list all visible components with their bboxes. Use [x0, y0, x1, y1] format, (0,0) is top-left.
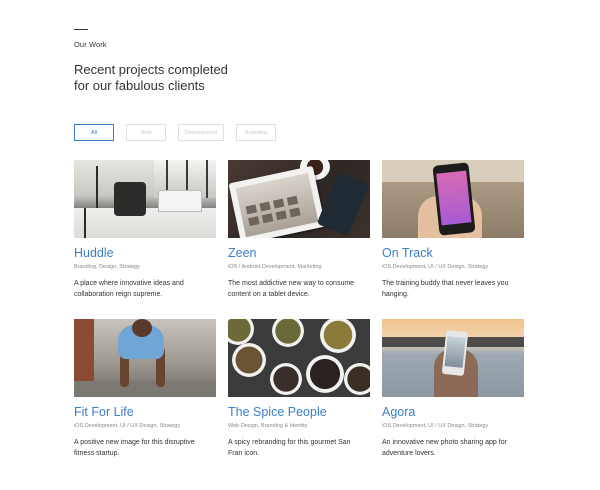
spice-bowls-photo[interactable]	[228, 319, 370, 397]
spice-bowl	[228, 319, 254, 345]
headline-line-2: for our fabulous clients	[74, 78, 205, 93]
office-workspace-photo[interactable]	[74, 160, 216, 238]
project-description: A place where innovative ideas and colla…	[74, 280, 184, 298]
project-tags: iOS Development, UI / UX Design, Strateg…	[74, 423, 181, 429]
chair	[114, 182, 146, 216]
floor	[74, 381, 216, 397]
project-title[interactable]: Fit For Life	[74, 405, 216, 419]
tablet-on-table-photo[interactable]	[228, 160, 370, 238]
project-title[interactable]: On Track	[382, 246, 524, 260]
window-bar	[206, 160, 208, 198]
project-card-agora[interactable]: Agora iOS Development, UI / UX Design, S…	[382, 319, 524, 478]
filter-development-button[interactable]: Development	[178, 124, 224, 141]
project-tags: iOS / Android Development, Marketing	[228, 264, 322, 270]
project-title[interactable]: Zeen	[228, 246, 370, 260]
tile	[286, 195, 299, 206]
spice-bowl	[232, 343, 266, 377]
project-title[interactable]: Agora	[382, 405, 524, 419]
spice-bowl	[270, 363, 302, 395]
portfolio-filters: All Web Development Branding	[74, 124, 276, 141]
hand-holding-phone-photo[interactable]	[382, 160, 524, 238]
headline-line-1: Recent projects completed	[74, 62, 228, 77]
filter-branding-button[interactable]: Branding	[236, 124, 276, 141]
tile	[245, 204, 258, 215]
phone-device	[441, 329, 469, 377]
tile	[289, 207, 301, 218]
phone-screen	[436, 170, 472, 226]
filter-web-button[interactable]: Web	[126, 124, 166, 141]
spice-bowl	[344, 363, 370, 395]
project-grid: Huddle Branding, Design, Strategy A plac…	[74, 160, 526, 478]
filter-all-button[interactable]: All	[74, 124, 114, 141]
project-description: The most addictive new way to consume co…	[228, 280, 355, 298]
phone-device	[432, 162, 476, 236]
project-tags: Branding, Design, Strategy	[74, 264, 140, 270]
pushup-athlete-photo[interactable]	[74, 319, 216, 397]
project-card-the-spice-people[interactable]: The Spice People Web Design, Branding & …	[228, 319, 370, 478]
tile	[275, 210, 287, 221]
project-description: The training buddy that never leaves you…	[382, 280, 509, 298]
phone-device	[316, 171, 370, 237]
spice-bowl	[272, 319, 304, 347]
project-card-zeen[interactable]: Zeen iOS / Android Development, Marketin…	[228, 160, 370, 319]
accent-line	[74, 29, 88, 30]
monitor	[158, 190, 202, 212]
section-eyebrow: Our Work	[74, 40, 107, 49]
spice-bowl	[320, 319, 356, 353]
athlete-head	[132, 319, 152, 337]
project-title[interactable]: The Spice People	[228, 405, 370, 419]
tile	[261, 213, 274, 224]
tile	[248, 216, 260, 227]
tablet-screen	[235, 172, 319, 238]
lamp-stand	[96, 166, 98, 208]
section-headline: Recent projects completed for our fabulo…	[74, 62, 334, 94]
project-title[interactable]: Huddle	[74, 246, 216, 260]
tile	[259, 201, 271, 212]
tablet-device	[228, 165, 326, 238]
project-description: A spicy rebranding for this gourmet San …	[228, 439, 351, 457]
project-description: An innovative new photo sharing app for …	[382, 439, 507, 457]
spice-bowl	[306, 355, 344, 393]
phone-at-lake-photo[interactable]	[382, 319, 524, 397]
project-card-fit-for-life[interactable]: Fit For Life iOS Development, UI / UX De…	[74, 319, 216, 478]
desk-leg	[84, 208, 86, 238]
phone-screen	[444, 336, 466, 368]
our-work-section: Our Work Recent projects completed for o…	[74, 28, 534, 478]
project-card-huddle[interactable]: Huddle Branding, Design, Strategy A plac…	[74, 160, 216, 319]
project-tags: iOS Development, UI / UX Design, Strateg…	[382, 423, 489, 429]
project-description: A positive new image for this disruptive…	[74, 439, 195, 457]
project-tags: iOS Development, UI / UX Design, Strateg…	[382, 264, 489, 270]
tile	[273, 198, 285, 209]
project-card-on-track[interactable]: On Track iOS Development, UI / UX Design…	[382, 160, 524, 319]
project-tags: Web Design, Branding & Identity	[228, 423, 308, 429]
